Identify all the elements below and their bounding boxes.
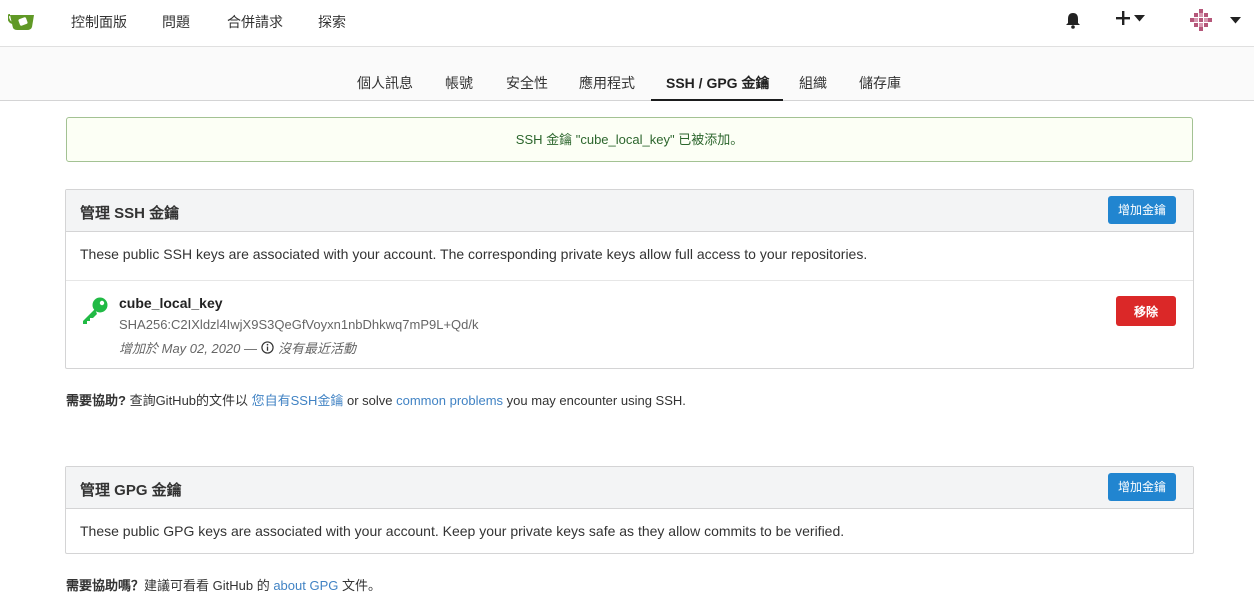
about-gpg-link[interactable]: about GPG [273,578,338,593]
create-new-menu[interactable] [1116,11,1145,25]
ssh-key-name: cube_local_key [119,295,223,311]
gpg-help-text-1: 建議可看看 GitHub 的 [144,578,274,593]
top-navbar: 控制面版 問題 合併請求 探索 [0,0,1254,41]
tab-applications[interactable]: 應用程式 [579,73,635,93]
tab-security[interactable]: 安全性 [506,73,548,93]
gpg-help-text: 需要協助嗎？建議可看看 GitHub 的 about GPG 文件。 [66,575,381,594]
gitea-logo-icon[interactable] [8,10,38,32]
info-icon [261,341,274,354]
ssh-help-prefix: 需要協助? [66,393,126,408]
plus-icon [1116,11,1130,25]
ssh-help-text-1: 查詢GitHub的文件以 [125,393,252,408]
ssh-key-added-date: 增加於 May 02, 2020 — [119,341,257,356]
ssh-panel-header: 管理 SSH 金鑰 增加金鑰 [66,190,1193,232]
nav-issues[interactable]: 問題 [162,12,190,32]
ssh-panel-title: 管理 SSH 金鑰 [80,205,180,222]
gpg-help-prefix: 需要協助嗎？ [66,578,145,593]
tab-account[interactable]: 帳號 [445,73,473,93]
remove-ssh-key-button[interactable]: 移除 [1116,296,1176,326]
common-problems-link[interactable]: common problems [396,393,503,408]
add-ssh-key-button[interactable]: 增加金鑰 [1107,196,1176,224]
avatar [1188,7,1214,33]
gpg-description: These public GPG keys are associated wit… [80,523,845,539]
tab-ssh-gpg-keys[interactable]: SSH / GPG 金鑰 [666,73,769,93]
ssh-help-text-3: you may encounter using SSH. [503,393,686,408]
user-menu[interactable] [1188,7,1241,33]
ssh-description: These public SSH keys are associated wit… [66,232,1193,281]
ssh-help-text: 需要協助? 查詢GitHub的文件以 您自有SSH金鑰 or solve com… [66,390,686,409]
caret-down-icon [1230,16,1241,23]
nav-dashboard[interactable]: 控制面版 [71,12,127,32]
gpg-panel-header: 管理 GPG 金鑰 增加金鑰 [66,467,1193,509]
ssh-key-item: cube_local_key SHA256:C2IXldzl4IwjX9S3Qe… [66,281,1193,368]
caret-down-icon [1134,14,1145,21]
ssh-keys-panel: 管理 SSH 金鑰 增加金鑰 These public SSH keys are… [65,189,1194,369]
tab-repositories[interactable]: 儲存庫 [859,73,901,93]
gpg-keys-panel: 管理 GPG 金鑰 增加金鑰 These public GPG keys are… [65,466,1194,554]
success-message: SSH 金鑰 "cube_local_key" 已被添加。 [66,117,1193,162]
gpg-help-text-2: 文件。 [338,578,381,593]
ssh-key-meta: 增加於 May 02, 2020 — 沒有最近活動 [119,338,356,357]
tab-profile[interactable]: 個人訊息 [357,73,413,93]
ssh-key-activity: 沒有最近活動 [278,341,357,356]
ssh-key-fingerprint: SHA256:C2IXldzl4IwjX9S3QeGfVoyxn1nbDhkwq… [119,317,479,332]
active-tab-indicator [651,99,783,101]
ssh-docs-link[interactable]: 您自有SSH金鑰 [252,393,344,408]
tab-organizations[interactable]: 組織 [799,73,827,93]
bell-icon[interactable] [1065,12,1081,29]
add-gpg-key-button[interactable]: 增加金鑰 [1107,473,1176,501]
nav-pull-requests[interactable]: 合併請求 [227,12,283,32]
key-icon [83,297,108,324]
settings-tabbar: 個人訊息 帳號 安全性 應用程式 SSH / GPG 金鑰 組織 儲存庫 [0,46,1254,101]
ssh-help-text-2: or solve [343,393,397,408]
nav-explore[interactable]: 探索 [318,12,346,32]
gpg-panel-title: 管理 GPG 金鑰 [80,482,182,499]
